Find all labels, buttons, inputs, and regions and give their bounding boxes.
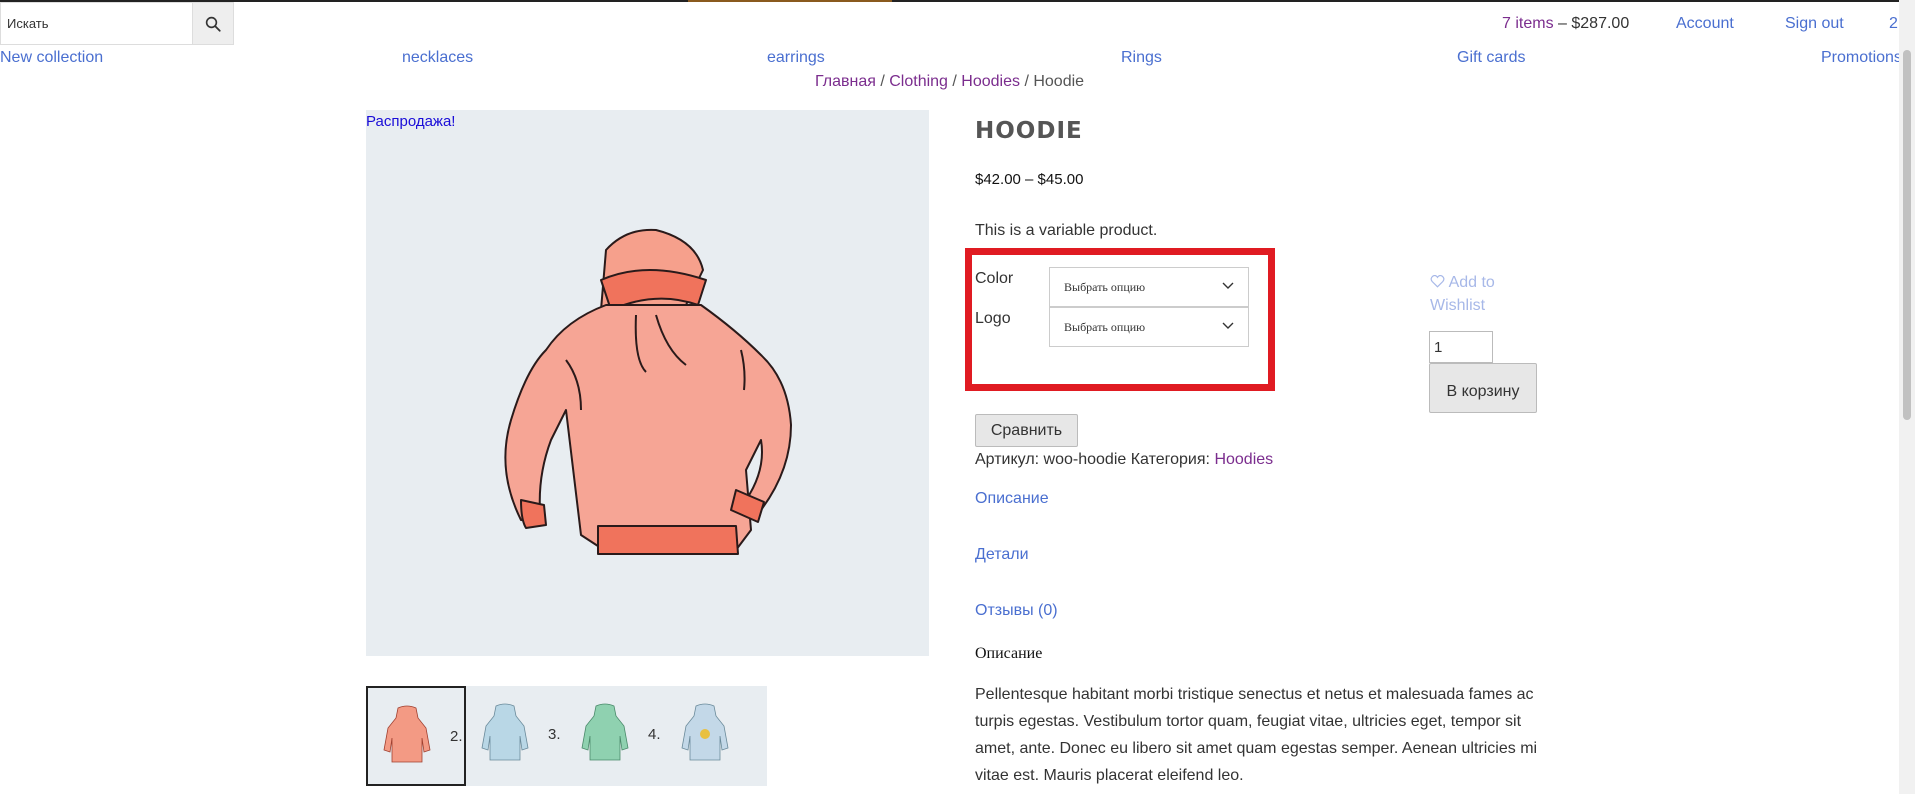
account-link[interactable]: Account bbox=[1676, 15, 1734, 33]
search-input[interactable] bbox=[0, 2, 193, 45]
nav-earrings[interactable]: earrings bbox=[767, 49, 825, 67]
add-to-cart-button[interactable]: В корзину bbox=[1429, 363, 1537, 413]
breadcrumb-separator: / bbox=[947, 73, 962, 90]
gallery-thumbnails: 2. 3. 4. bbox=[366, 686, 767, 786]
hoodie-image bbox=[504, 228, 792, 555]
heart-icon bbox=[1430, 274, 1445, 288]
sign-out-link[interactable]: Sign out bbox=[1785, 15, 1844, 33]
quantity-input[interactable] bbox=[1429, 331, 1493, 363]
nav-necklaces[interactable]: necklaces bbox=[402, 49, 473, 67]
scrollbar[interactable] bbox=[1899, 0, 1915, 794]
breadcrumb-home[interactable]: Главная bbox=[815, 73, 876, 90]
thumbnail-1[interactable]: 2. bbox=[366, 686, 466, 786]
cart-items: 7 items bbox=[1502, 15, 1554, 32]
hoodie-thumb-green bbox=[581, 703, 629, 761]
hoodie-thumb-red bbox=[383, 705, 431, 763]
scrollbar-thumb[interactable] bbox=[1903, 50, 1911, 420]
logo-label: Logo bbox=[975, 310, 1011, 327]
color-select-value: Выбрать опцию bbox=[1064, 279, 1146, 294]
nav-new-collection[interactable]: New collection bbox=[0, 49, 103, 67]
sku-value: woo-hoodie bbox=[1043, 451, 1127, 468]
nav-rings[interactable]: Rings bbox=[1121, 49, 1162, 67]
tab-description[interactable]: Описание bbox=[975, 490, 1049, 508]
search-form bbox=[0, 2, 234, 45]
breadcrumb-separator: / bbox=[875, 73, 890, 90]
thumbnail-num: 4. bbox=[648, 726, 661, 743]
product-title: HOODIE bbox=[975, 118, 1083, 144]
top-border bbox=[0, 0, 1899, 2]
category-label: Категория: bbox=[1130, 451, 1210, 468]
description-text: Pellentesque habitant morbi tristique se… bbox=[975, 686, 1538, 784]
chevron-down-icon bbox=[1222, 282, 1234, 289]
product-short-description: This is a variable product. bbox=[975, 222, 1158, 239]
category-link[interactable]: Hoodies bbox=[1214, 451, 1273, 468]
product-gallery[interactable]: Распродажа! bbox=[366, 110, 929, 656]
sale-badge: Распродажа! bbox=[366, 113, 456, 130]
nav-promotions[interactable]: Promotions bbox=[1821, 49, 1902, 67]
cart-separator: – bbox=[1553, 15, 1572, 32]
color-label: Color bbox=[975, 270, 1014, 287]
thumbnail-4[interactable] bbox=[666, 686, 766, 786]
logo-select-value: Выбрать опцию bbox=[1064, 319, 1146, 334]
sku-label: Артикул: bbox=[975, 451, 1040, 468]
hoodie-thumb-logo bbox=[681, 703, 729, 761]
top-accent-bar bbox=[688, 0, 892, 2]
cart-amount: $287.00 bbox=[1571, 15, 1630, 32]
breadcrumb-current: Hoodie bbox=[1033, 73, 1085, 90]
thumbnail-num: 2. bbox=[450, 728, 463, 745]
thumbnail-3[interactable]: 4. bbox=[566, 686, 666, 786]
product-meta: Артикул: woo-hoodie Категория: Hoodies bbox=[975, 451, 1273, 469]
search-button[interactable] bbox=[193, 2, 234, 45]
tab-details[interactable]: Детали bbox=[975, 546, 1029, 564]
search-icon bbox=[205, 16, 221, 32]
logo-select[interactable]: Выбрать опцию bbox=[1049, 307, 1249, 347]
cart-link[interactable]: 7 items – $287.00 bbox=[1502, 15, 1629, 33]
chevron-down-icon bbox=[1222, 322, 1234, 329]
nav-gift-cards[interactable]: Gift cards bbox=[1457, 49, 1525, 67]
header-extra-link[interactable]: 2 bbox=[1889, 15, 1898, 33]
breadcrumb-separator: / bbox=[1020, 73, 1034, 90]
description-heading: Описание bbox=[975, 645, 1043, 662]
main-nav: New collection necklaces earrings Rings … bbox=[0, 49, 1902, 71]
color-select[interactable]: Выбрать опцию bbox=[1049, 267, 1249, 307]
hoodie-thumb-blue bbox=[481, 703, 529, 761]
add-to-wishlist-link[interactable]: Add to Wishlist bbox=[1430, 271, 1520, 317]
tab-reviews[interactable]: Отзывы (0) bbox=[975, 602, 1058, 620]
compare-button[interactable]: Сравнить bbox=[975, 414, 1078, 447]
product-price: $42.00 – $45.00 bbox=[975, 171, 1084, 188]
breadcrumb-clothing[interactable]: Clothing bbox=[889, 73, 948, 90]
thumbnail-2[interactable]: 3. bbox=[466, 686, 566, 786]
breadcrumb-hoodies[interactable]: Hoodies bbox=[961, 73, 1020, 90]
thumbnail-num: 3. bbox=[548, 726, 561, 743]
